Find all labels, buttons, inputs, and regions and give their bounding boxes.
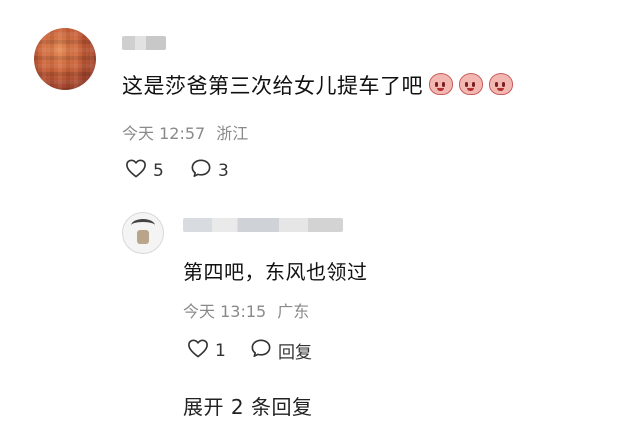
comment-meta: 今天 12:57 浙江 [122, 120, 248, 144]
pig-face-icon [459, 73, 483, 95]
heart-icon [125, 158, 147, 183]
replier-name-blurred[interactable] [183, 218, 343, 232]
commenter-avatar[interactable] [34, 28, 96, 90]
reply-count-button[interactable]: 3 [190, 158, 229, 183]
comment-time: 今天 12:57 [122, 124, 206, 143]
reply-like-count: 1 [215, 340, 226, 361]
comment-body: 这是莎爸第三次给女儿提车了吧 [122, 70, 513, 100]
reply-like-button[interactable]: 1 [187, 338, 226, 363]
like-button[interactable]: 5 [125, 158, 164, 183]
heart-icon [187, 338, 209, 363]
reply-button[interactable]: 回复 [250, 338, 312, 363]
speech-bubble-icon [250, 338, 272, 363]
comment-location: 浙江 [216, 124, 249, 143]
speech-bubble-icon [190, 158, 212, 183]
replier-avatar[interactable] [122, 212, 164, 254]
reply-body: 第四吧，东风也领过 [183, 260, 368, 284]
reply-count: 3 [218, 160, 229, 181]
reply-location: 广东 [277, 302, 310, 321]
like-count: 5 [153, 160, 164, 181]
comment-text: 这是莎爸第三次给女儿提车了吧 [122, 74, 423, 98]
reply-label: 回复 [278, 343, 312, 363]
commenter-name-blurred[interactable] [122, 36, 166, 50]
reply-meta: 今天 13:15 广东 [183, 298, 309, 322]
pig-face-icon [489, 73, 513, 95]
pig-face-icon [429, 73, 453, 95]
expand-replies-link[interactable]: 展开 2 条回复 [183, 391, 312, 420]
reply-time: 今天 13:15 [183, 302, 267, 321]
